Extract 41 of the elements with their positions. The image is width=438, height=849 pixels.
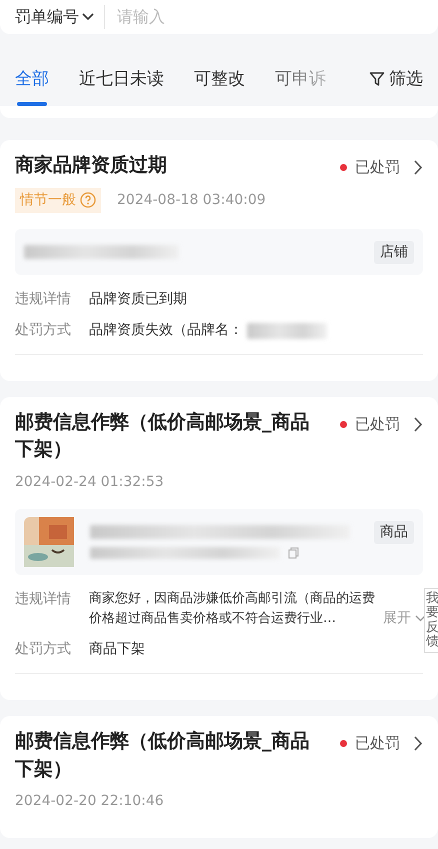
help-icon [80,192,96,208]
timestamp: 2024-02-20 22:10:46 [15,792,164,812]
detail-label: 处罚方式 [15,640,72,660]
detail-label: 处罚方式 [15,321,72,340]
chevron-down-icon [82,13,94,21]
status-text: 已处罚 [355,732,400,754]
card-title: 商家品牌资质过期 [15,153,167,178]
detail-value: 品牌资质已到期 [89,290,187,309]
timestamp: 2024-08-18 03:40:09 [117,190,266,210]
target-type-tag: 商品 [374,521,414,544]
tab[interactable]: 可整改 [194,66,245,106]
copy-icon [288,547,299,560]
chevron-right-icon [414,416,423,432]
severity-text: 情节一般 [20,190,76,210]
target-panel[interactable]: 商品 [15,509,423,576]
tab[interactable]: 近七日未读 [79,66,164,106]
card-title: 邮费信息作弊（低价高邮场景_商品下架） [15,728,310,782]
timestamp: 2024-02-24 01:32:53 [15,473,164,492]
status-text: 已处罚 [355,414,400,435]
filter-dropdown-label[interactable]: 罚单编号 [15,5,79,29]
status-dot-icon [340,740,347,747]
tab[interactable]: 全部 [15,66,49,106]
chevron-down-icon [415,614,426,622]
status-text: 已处罚 [355,157,400,178]
card-title: 邮费信息作弊（低价高邮场景_商品下架） [15,410,310,462]
tab[interactable]: 可申诉 [275,66,326,106]
detail-label: 违规详情 [15,290,72,309]
penalty-card[interactable]: 邮费信息作弊（低价高邮场景_商品下架） 已处罚 2024-02-20 22:10:46 [0,716,438,838]
detail-label: 违规详情 [15,590,72,610]
filter-icon [369,71,385,88]
status-dot-icon [340,164,347,171]
status-dot-icon [340,420,347,428]
target-type-tag: 店铺 [374,240,414,264]
detail-text: 商家您好，因商品涉嫌低价高邮引流（商品的运费价格超过商品售卖价格或不符合运费行业… [89,590,376,628]
target-panel[interactable]: 店铺 [15,228,423,275]
chevron-right-icon [414,736,423,751]
filter-button[interactable]: 筛选 [369,66,423,106]
penalty-card[interactable]: 商家品牌资质过期 已处罚 情节一般 2024-08-18 03:40:09 店铺 违规详情 品牌资质已到期 处罚方式 品牌资质失效（品牌名： [0,140,438,381]
detail-value: 商品下架 [89,640,145,660]
chevron-right-icon [414,160,423,175]
detail-value: 品牌资质失效（品牌名： [89,321,243,340]
